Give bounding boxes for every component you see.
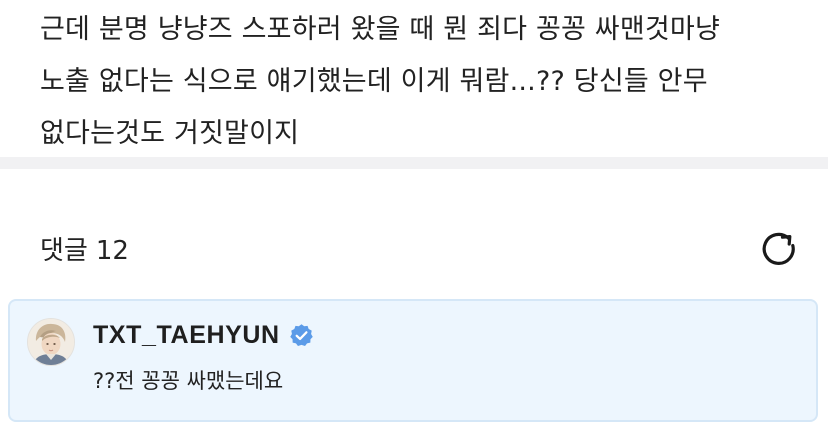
comment-card[interactable]: TXT_TAEHYUN ??전 꽁꽁 싸맸는데요	[8, 299, 818, 422]
comments-count: 12	[95, 236, 129, 266]
section-divider	[0, 157, 828, 169]
comment-text: ??전 꽁꽁 싸맸는데요	[93, 369, 284, 393]
comment-author-row: TXT_TAEHYUN	[93, 319, 314, 351]
comments-header: 댓글 12	[40, 222, 795, 276]
comment-author[interactable]: TXT_TAEHYUN	[93, 321, 280, 350]
post-text-line: 근데 분명 냥냥즈 스포하러 왔을 때 뭔 죄다 꽁꽁 싸맨것마냥	[40, 14, 721, 45]
comments-title-label: 댓글	[40, 236, 88, 266]
verified-badge-icon	[289, 323, 314, 348]
avatar[interactable]	[27, 318, 75, 366]
comments-title: 댓글 12	[40, 230, 129, 267]
refresh-button[interactable]	[756, 226, 802, 272]
post-text-line: 노출 없다는 식으로 얘기했는데 이게 뭐람...?? 당신들 안무	[40, 66, 708, 97]
post-text-line: 없다는것도 거짓말이지	[40, 118, 300, 149]
refresh-icon	[762, 232, 795, 265]
avatar-image	[28, 319, 74, 365]
post-body: 근데 분명 냥냥즈 스포하러 왔을 때 뭔 죄다 꽁꽁 싸맨것마냥 노출 없다는…	[40, 0, 810, 160]
